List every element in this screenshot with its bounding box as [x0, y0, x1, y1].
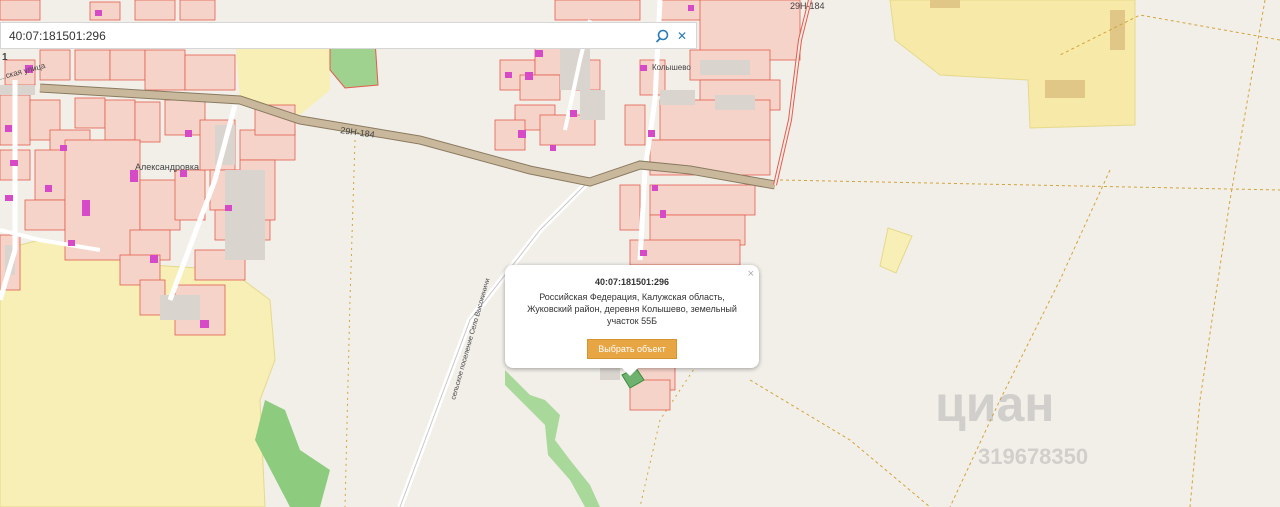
- edge-label: 1: [2, 52, 8, 63]
- industrial-building: [1110, 10, 1125, 50]
- industrial-building: [1045, 80, 1085, 98]
- popup-title: 40:07:181501:296: [594, 277, 670, 287]
- cadastral-map[interactable]: 29Н-184 29Н-184 Александровка Колышево .…: [0, 0, 1280, 507]
- watermark-id: 319678350: [978, 444, 1089, 469]
- close-icon[interactable]: ×: [748, 268, 754, 280]
- watermark-logo: циан: [935, 376, 1055, 432]
- industrial-building: [930, 0, 960, 8]
- village-label: Александровка: [135, 162, 199, 172]
- village-label: Колышево: [652, 63, 691, 72]
- popup-address: Российская Федерация, Калужская область,…: [527, 292, 737, 326]
- parcel-popup: × 40:07:181501:296 Российская Федерация,…: [505, 265, 759, 376]
- select-object-button[interactable]: Выбрать объект: [587, 339, 677, 359]
- search-bar: ✕: [0, 22, 697, 49]
- road-label: 29Н-184: [790, 1, 825, 11]
- search-input[interactable]: [1, 23, 653, 48]
- search-icon[interactable]: [653, 27, 671, 45]
- close-icon[interactable]: ✕: [673, 27, 691, 45]
